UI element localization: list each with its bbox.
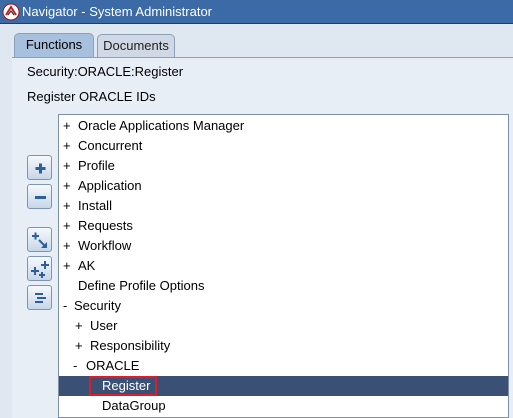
expand-button[interactable] <box>27 155 52 180</box>
expand-branch-icon <box>32 232 47 248</box>
tree-item-label: Oracle Applications Manager <box>78 118 245 133</box>
collapse-button[interactable] <box>27 184 52 209</box>
tree-item[interactable]: DataGroup <box>59 396 508 416</box>
function-path-label: Security:ORACLE:Register <box>27 64 184 79</box>
tree-expander[interactable]: + <box>75 336 83 356</box>
expand-all-icon <box>31 261 49 278</box>
tree-expander[interactable]: + <box>75 316 83 336</box>
oracle-app-icon <box>2 3 20 21</box>
function-tree[interactable]: + Oracle Applications Manager + Concurre… <box>58 114 509 418</box>
expand-all-button[interactable] <box>27 256 52 281</box>
tree-item-label: Security <box>74 298 121 313</box>
tree-item[interactable]: - Security <box>59 296 508 316</box>
collapse-all-icon <box>35 293 46 303</box>
tree-item-label: Register <box>102 378 151 393</box>
tree-item[interactable]: - ORACLE <box>59 356 508 376</box>
tree-item[interactable]: + Install <box>59 196 508 216</box>
function-description-label: Register ORACLE IDs <box>27 89 156 104</box>
tree-expander[interactable]: + <box>63 256 71 276</box>
tree-expander[interactable]: + <box>63 236 71 256</box>
tree-item[interactable]: + Responsibility <box>59 336 508 356</box>
tree-item[interactable]: Define Profile Options <box>59 276 508 296</box>
tree-item-label: Define Profile Options <box>78 278 205 293</box>
collapse-all-button[interactable] <box>27 285 52 310</box>
tree-item-label: Install <box>78 198 112 213</box>
tree-item-label: Application <box>78 178 142 193</box>
tree-expander[interactable]: + <box>63 176 71 196</box>
expand-plus-icon <box>35 163 46 174</box>
tree-item[interactable]: + User <box>59 316 508 336</box>
tree-expander[interactable]: + <box>63 196 71 216</box>
tree-expander[interactable]: + <box>63 116 71 136</box>
tree-item-label: User <box>90 318 118 333</box>
tree-item[interactable]: + Concurrent <box>59 136 508 156</box>
tab-documents[interactable]: Documents <box>97 34 175 58</box>
tree-item-label: Concurrent <box>78 138 143 153</box>
title-bar: Navigator - System Administrator <box>0 0 513 24</box>
tree-expander[interactable]: - <box>73 356 77 376</box>
tree-expander[interactable]: + <box>63 216 71 236</box>
tree-item[interactable]: + Workflow <box>59 236 508 256</box>
tree-expander[interactable]: + <box>63 156 71 176</box>
tree-item-label: Profile <box>78 158 115 173</box>
expand-branch-button[interactable] <box>27 227 52 252</box>
tree-item-label: ORACLE <box>86 358 140 373</box>
tree-item[interactable]: + Oracle Applications Manager <box>59 116 508 136</box>
tree-item[interactable]: + Application <box>59 176 508 196</box>
tree-expander[interactable]: + <box>63 136 71 156</box>
tree-expander[interactable]: - <box>63 296 67 316</box>
tree-item-label: DataGroup <box>102 398 166 413</box>
tree-item-label: Requests <box>78 218 133 233</box>
tree-item-selected[interactable]: Register <box>59 376 508 396</box>
tree-item[interactable]: + Profile <box>59 156 508 176</box>
tree-item-label: Responsibility <box>90 338 171 353</box>
tab-functions[interactable]: Functions <box>14 33 94 58</box>
tree-item[interactable]: + Requests <box>59 216 508 236</box>
tree-item-label: Workflow <box>78 238 132 253</box>
tree-item[interactable]: + AK <box>59 256 508 276</box>
window-title: Navigator - System Administrator <box>22 4 213 19</box>
tree-item-label: AK <box>78 258 96 273</box>
collapse-minus-icon <box>35 196 46 199</box>
